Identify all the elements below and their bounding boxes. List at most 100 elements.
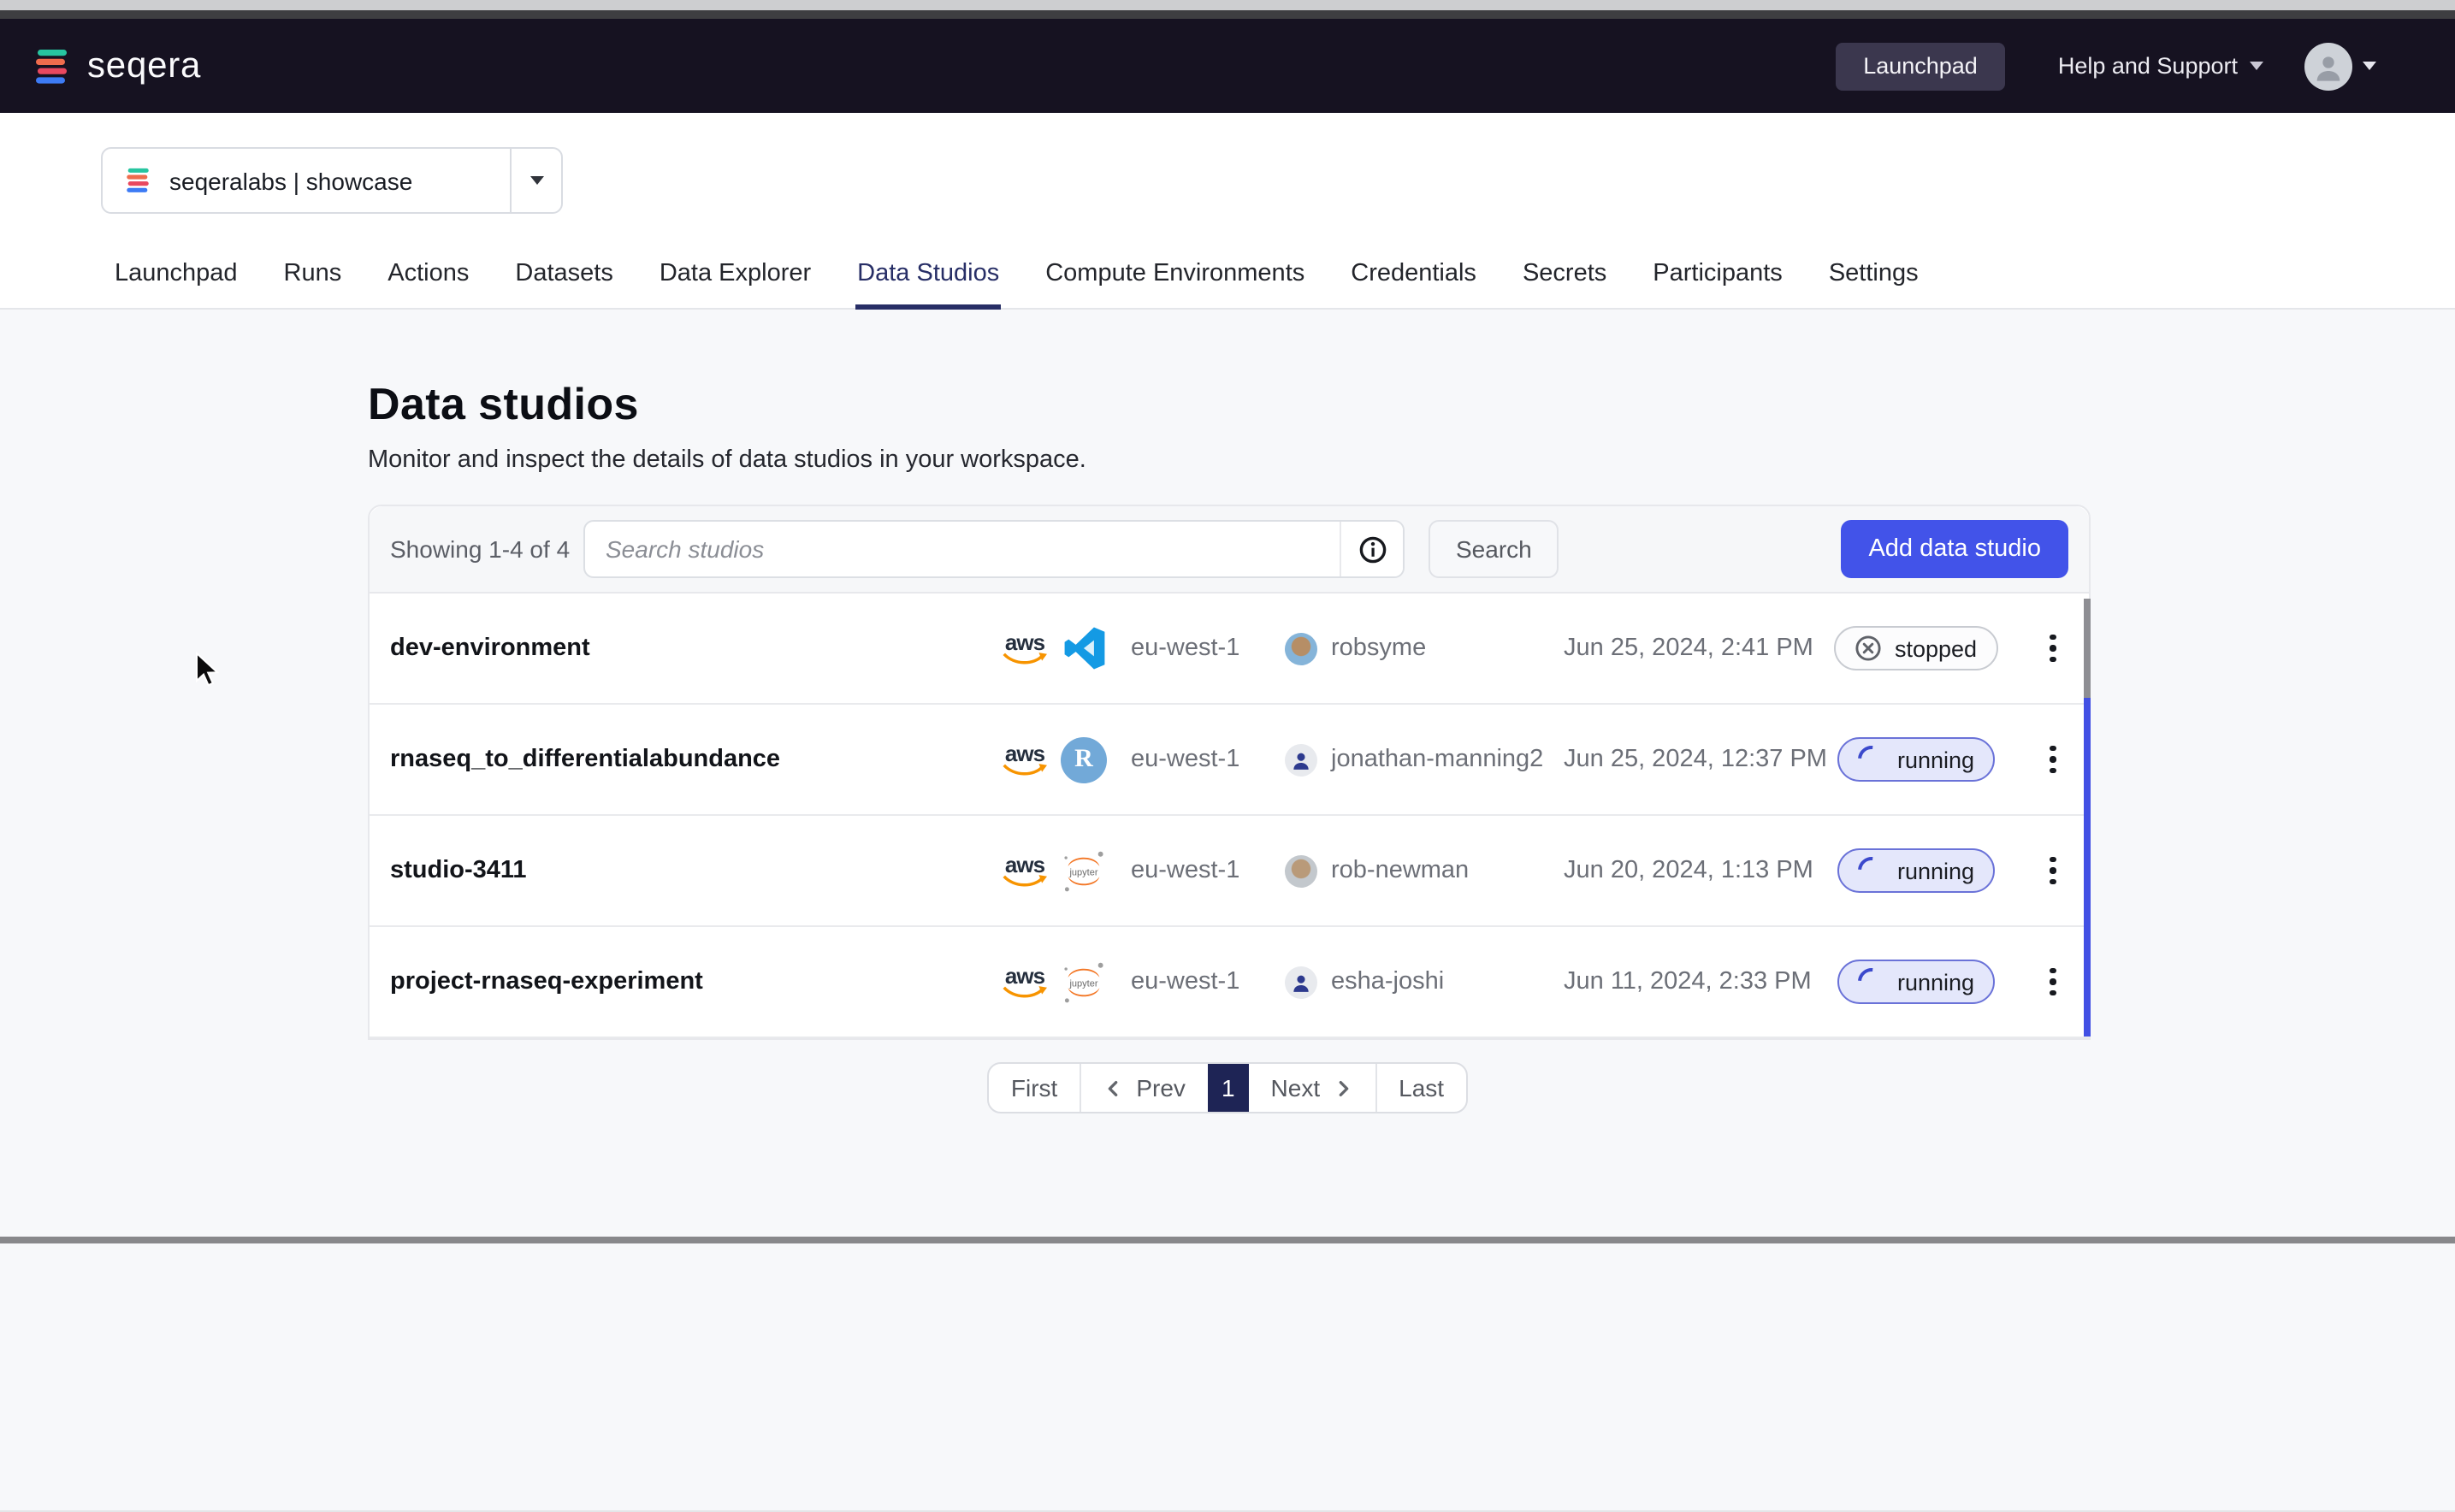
studio-icons: aws jupyter xyxy=(999,848,1131,894)
vscode-icon xyxy=(1061,625,1107,671)
help-and-support-menu[interactable]: Help and Support xyxy=(2058,53,2263,79)
user-avatar xyxy=(1285,632,1317,664)
svg-text:jupyter: jupyter xyxy=(1068,977,1097,988)
studio-name: studio-3411 xyxy=(390,857,999,884)
tab-settings[interactable]: Settings xyxy=(1827,260,1920,310)
pagination-prev[interactable]: Prev xyxy=(1081,1064,1208,1112)
user-name: jonathan-manning2 xyxy=(1331,746,1543,773)
add-data-studio-button[interactable]: Add data studio xyxy=(1841,520,2068,578)
table-scrollbar[interactable] xyxy=(2084,599,2091,1037)
avatar xyxy=(2304,42,2352,90)
workspace-selector-dropdown-toggle[interactable] xyxy=(510,149,561,212)
pagination-current-page[interactable]: 1 xyxy=(1208,1064,1249,1112)
tab-runs[interactable]: Runs xyxy=(282,260,344,310)
app-window: seqera Launchpad Help and Support xyxy=(0,0,2455,1242)
table-row[interactable]: studio-3411 aws jupyter xyxy=(370,816,2089,927)
created-date: Jun 11, 2024, 2:33 PM xyxy=(1564,968,1855,995)
table-row[interactable]: rnaseq_to_differentialabundance aws R eu… xyxy=(370,705,2089,816)
rstudio-icon: R xyxy=(1061,736,1107,783)
created-date: Jun 20, 2024, 1:13 PM xyxy=(1564,857,1855,884)
row-actions-menu[interactable] xyxy=(2043,628,2089,670)
workspace-selector-value: seqeralabs | showcase xyxy=(169,167,412,194)
status-badge: running xyxy=(1837,737,1995,782)
jupyter-icon: jupyter xyxy=(1061,848,1107,894)
region: eu-west-1 xyxy=(1131,746,1285,773)
workspace-header: seqeralabs | showcase Launchpad Runs Act… xyxy=(0,113,2455,310)
screen-bottom-strip xyxy=(0,1237,2455,1243)
user-avatar xyxy=(1285,966,1317,998)
region: eu-west-1 xyxy=(1131,968,1285,995)
user-avatar xyxy=(1285,743,1317,776)
seqera-brand[interactable]: seqera xyxy=(31,45,201,86)
status-badge: stopped xyxy=(1835,626,1997,670)
studio-name: project-rnaseq-experiment xyxy=(390,968,999,995)
workspace-selector[interactable]: seqeralabs | showcase xyxy=(101,147,563,214)
workspace-tabs: Launchpad Runs Actions Datasets Data Exp… xyxy=(113,260,1920,310)
person-icon xyxy=(1290,971,1312,993)
aws-icon: aws xyxy=(999,854,1050,887)
data-studios-panel: Showing 1-4 of 4 Search Add data studio xyxy=(368,505,2091,1040)
aws-icon: aws xyxy=(999,743,1050,776)
chevron-right-icon xyxy=(1334,1078,1352,1097)
info-icon xyxy=(1358,535,1387,564)
tab-compute-environments[interactable]: Compute Environments xyxy=(1044,260,1306,310)
seqera-mark-icon xyxy=(123,166,152,195)
table-toolbar: Showing 1-4 of 4 Search Add data studio xyxy=(370,506,2089,594)
table-row[interactable]: dev-environment aws eu-west-1 xyxy=(370,594,2089,705)
tab-data-explorer[interactable]: Data Explorer xyxy=(658,260,813,310)
chevron-down-icon xyxy=(529,176,543,185)
status-badge: running xyxy=(1837,960,1995,1004)
spinner-icon xyxy=(1852,962,1890,1001)
user-name: robsyme xyxy=(1331,635,1426,662)
studio-icons: aws jupyter xyxy=(999,959,1131,1005)
brand-wordmark: seqera xyxy=(87,45,201,86)
aws-icon: aws xyxy=(999,966,1050,998)
aws-icon: aws xyxy=(999,632,1050,664)
region: eu-west-1 xyxy=(1131,857,1285,884)
row-actions-menu[interactable] xyxy=(2043,850,2089,892)
search-info-button[interactable] xyxy=(1340,522,1403,576)
screen-top-strip-dark xyxy=(0,10,2455,19)
search-button[interactable]: Search xyxy=(1429,520,1559,578)
user-name: esha-joshi xyxy=(1331,968,1444,995)
user-menu[interactable] xyxy=(2304,42,2376,90)
row-actions-menu[interactable] xyxy=(2043,961,2089,1003)
user-avatar xyxy=(1285,854,1317,887)
scrollbar-track-highlight xyxy=(2084,698,2091,1037)
tab-datasets[interactable]: Datasets xyxy=(513,260,614,310)
launchpad-button[interactable]: Launchpad xyxy=(1836,42,2005,90)
x-circle-icon xyxy=(1855,635,1883,662)
tab-secrets[interactable]: Secrets xyxy=(1521,260,1608,310)
seqera-logo-icon xyxy=(31,45,72,86)
person-icon xyxy=(1290,748,1312,771)
person-icon xyxy=(2311,49,2346,83)
created-date: Jun 25, 2024, 12:37 PM xyxy=(1564,746,1855,773)
pagination: First Prev 1 Next Last xyxy=(987,1062,1468,1113)
spinner-icon xyxy=(1852,740,1890,778)
screen-top-strip xyxy=(0,0,2455,10)
help-and-support-label: Help and Support xyxy=(2058,53,2238,79)
chevron-left-icon xyxy=(1103,1078,1122,1097)
pagination-first[interactable]: First xyxy=(989,1064,1081,1112)
table-row[interactable]: project-rnaseq-experiment aws jupyter xyxy=(370,927,2089,1038)
spinner-icon xyxy=(1852,851,1890,889)
user-cell: rob-newman xyxy=(1285,854,1564,887)
user-cell: jonathan-manning2 xyxy=(1285,743,1564,776)
main-content: Data studios Monitor and inspect the det… xyxy=(0,310,2455,1243)
row-actions-menu[interactable] xyxy=(2043,739,2089,781)
tab-launchpad[interactable]: Launchpad xyxy=(113,260,240,310)
tab-data-studios[interactable]: Data Studios xyxy=(855,260,1001,310)
pagination-next[interactable]: Next xyxy=(1249,1064,1375,1112)
pagination-last[interactable]: Last xyxy=(1375,1064,1466,1112)
scrollbar-thumb[interactable] xyxy=(2084,599,2091,698)
showing-count: Showing 1-4 of 4 xyxy=(390,535,583,563)
studio-icons: aws xyxy=(999,625,1131,671)
search-input-group xyxy=(583,520,1405,578)
page-subtitle: Monitor and inspect the details of data … xyxy=(368,446,2455,474)
tab-participants[interactable]: Participants xyxy=(1651,260,1784,310)
search-input[interactable] xyxy=(585,522,1340,576)
top-navbar: seqera Launchpad Help and Support xyxy=(0,19,2455,113)
tab-actions[interactable]: Actions xyxy=(386,260,470,310)
tab-credentials[interactable]: Credentials xyxy=(1349,260,1478,310)
status-badge: running xyxy=(1837,848,1995,893)
